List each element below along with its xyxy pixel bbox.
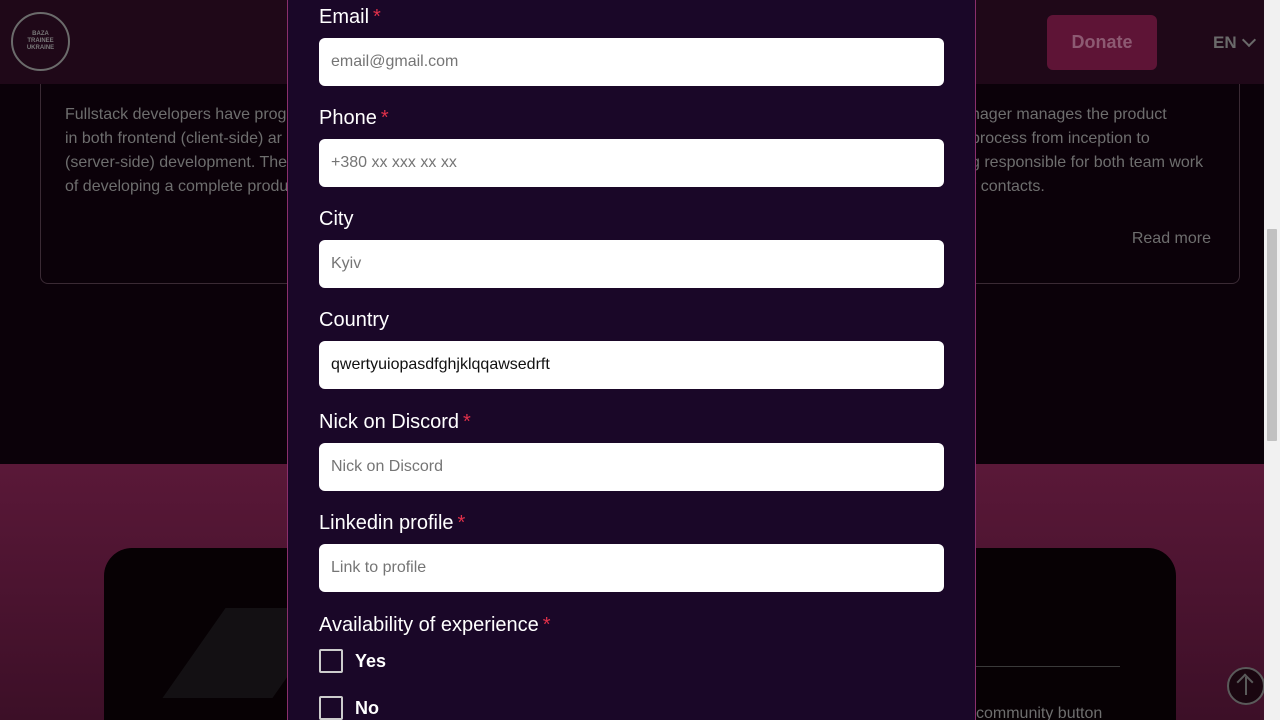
card-left-line: (server-side) development. The: [65, 154, 288, 171]
linkedin-label: Linkedin profile *: [319, 511, 945, 537]
card-right-line: process from inception to: [971, 130, 1150, 147]
yes-label[interactable]: Yes: [355, 651, 386, 672]
scroll-to-top-button[interactable]: [1227, 667, 1264, 705]
linkedin-label-text: Linkedin profile: [319, 512, 454, 534]
application-form-modal: Email* Phone* City Country Nick on Disco…: [287, 0, 976, 720]
country-label: Country: [319, 308, 945, 334]
community-button-text[interactable]: community button: [976, 705, 1102, 720]
required-marker: *: [542, 614, 551, 636]
card-left-text: Fullstack developers have prog in both f…: [65, 103, 295, 199]
country-group: Country: [319, 308, 945, 389]
experience-option-yes[interactable]: Yes: [319, 649, 386, 673]
arrow-up-icon: [1245, 677, 1247, 695]
discord-label-text: Nick on Discord: [319, 411, 460, 433]
city-label-text: City: [319, 208, 354, 230]
language-label: EN: [1213, 33, 1237, 52]
logo-text: UKRAINE: [26, 45, 55, 51]
card-left-line: in both frontend (client-side) ar: [65, 130, 282, 147]
experience-option-no[interactable]: No: [319, 696, 379, 720]
required-marker: *: [380, 107, 389, 129]
logo-text: BAZA: [32, 31, 49, 37]
required-marker: *: [457, 512, 466, 534]
card-right-line: g responsible for both team work: [971, 154, 1204, 171]
city-group: City: [319, 207, 945, 288]
yes-checkbox[interactable]: [319, 649, 343, 673]
required-marker: *: [373, 6, 381, 28]
divider: [976, 666, 1120, 667]
linkedin-group: Linkedin profile *: [319, 511, 945, 592]
email-label: Email *: [319, 5, 945, 31]
phone-group: Phone *: [319, 106, 945, 187]
phone-label-text: Phone: [319, 107, 377, 129]
logo-text: TRAINEE: [27, 38, 54, 44]
no-label[interactable]: No: [355, 698, 379, 719]
card-right-line: r contacts.: [971, 178, 1045, 195]
city-label: City: [319, 207, 945, 233]
country-label-text: Country: [319, 309, 390, 331]
email-label-text: Email: [319, 6, 370, 28]
email-group: Email *: [319, 5, 945, 86]
language-selector[interactable]: EN: [1213, 32, 1256, 53]
email-field[interactable]: [319, 38, 944, 86]
country-field[interactable]: [319, 341, 944, 389]
required-marker: *: [463, 411, 471, 433]
experience-group: Availability of experience * Yes No: [319, 613, 945, 720]
city-field[interactable]: [319, 240, 944, 288]
donate-button[interactable]: Donate: [1047, 15, 1157, 70]
no-checkbox[interactable]: [319, 696, 343, 720]
card-left-line: Fullstack developers have prog: [65, 106, 287, 123]
card-right-text: nager manages the product process from i…: [971, 103, 1231, 199]
discord-group: Nick on Discord *: [319, 410, 945, 491]
phone-label: Phone *: [319, 106, 945, 132]
read-more-link[interactable]: Read more: [1132, 230, 1211, 248]
experience-label: Availability of experience *: [319, 613, 945, 637]
experience-label-text: Availability of experience: [319, 614, 539, 636]
phone-field[interactable]: [319, 139, 944, 187]
page-scrollbar[interactable]: [1264, 0, 1280, 720]
discord-label: Nick on Discord *: [319, 410, 945, 436]
card-right-line: nager manages the product: [971, 106, 1167, 123]
card-left-line: of developing a complete produ: [65, 178, 289, 195]
linkedin-field[interactable]: [319, 544, 944, 592]
chevron-down-icon: [1241, 32, 1256, 48]
discord-field[interactable]: [319, 443, 944, 491]
scrollbar-thumb[interactable]: [1267, 229, 1277, 441]
logo[interactable]: BAZA TRAINEE UKRAINE: [11, 12, 70, 71]
